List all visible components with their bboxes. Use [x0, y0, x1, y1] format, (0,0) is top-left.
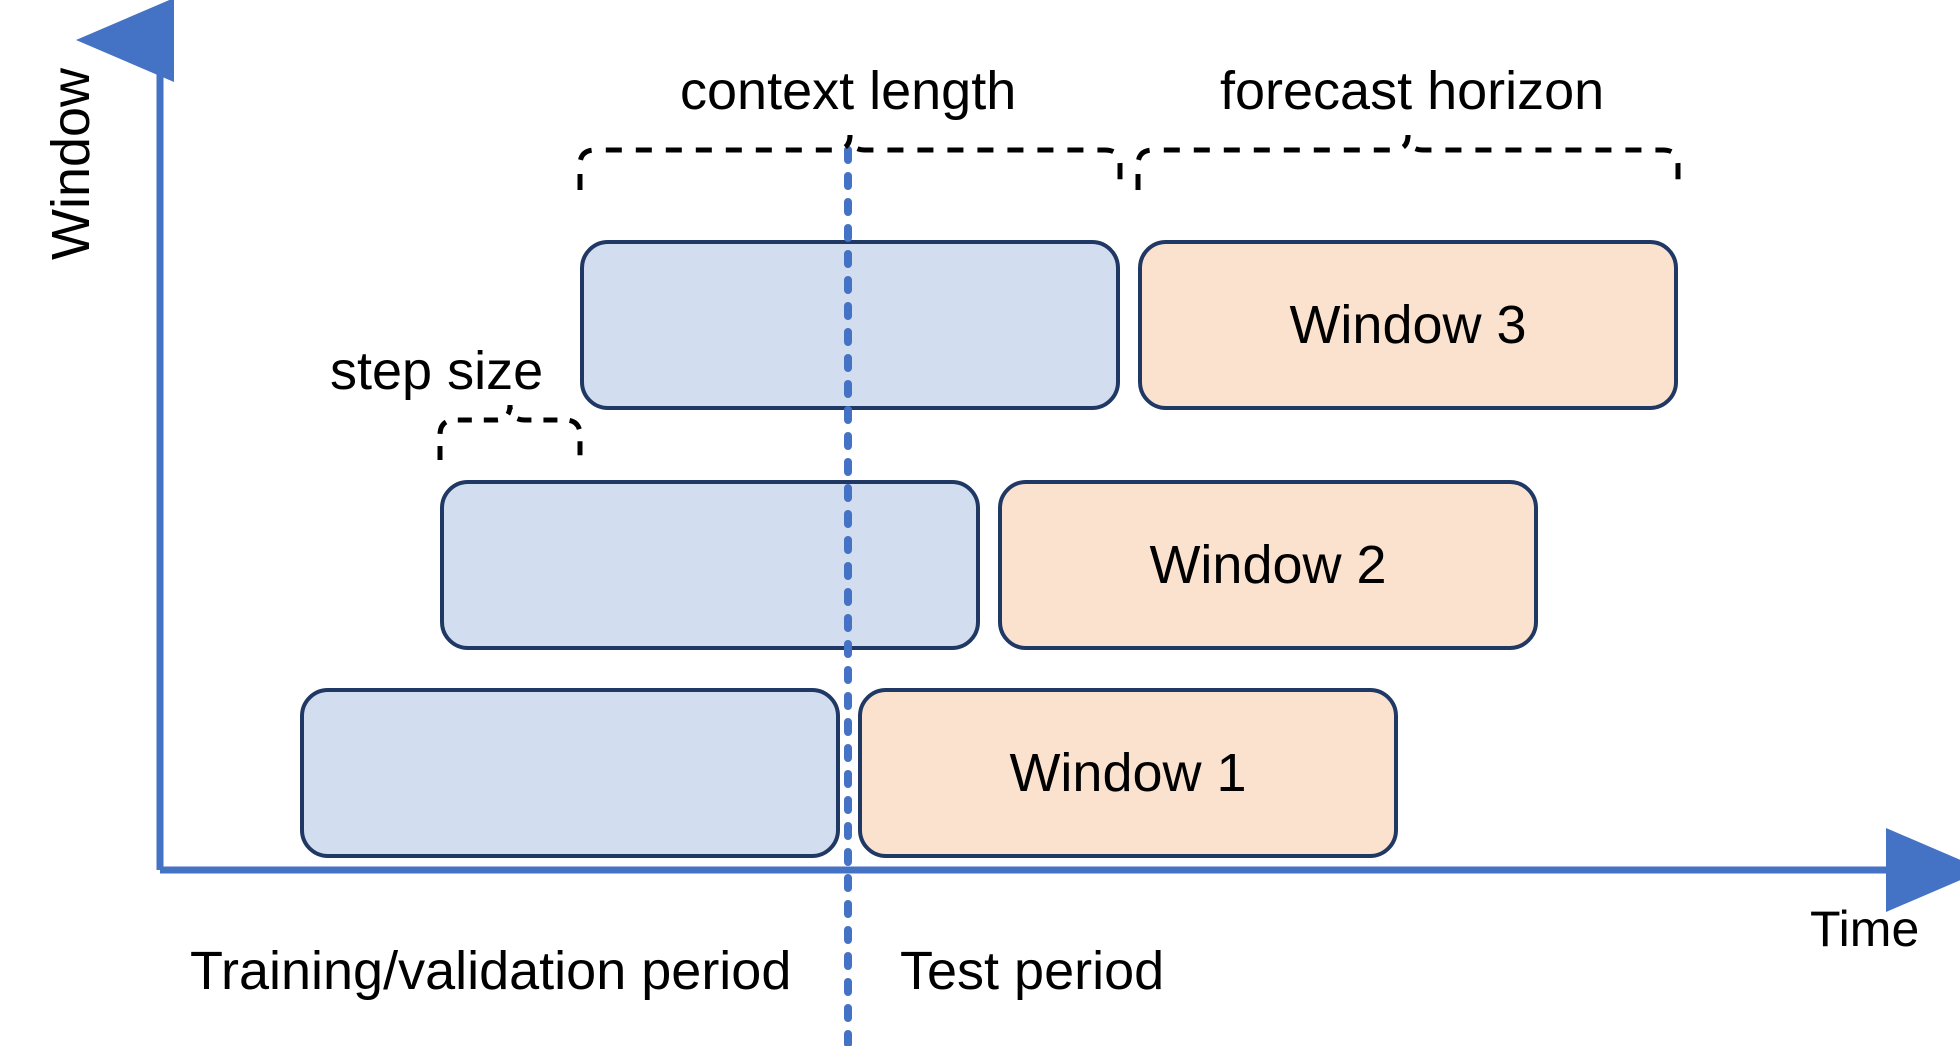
window1-label: Window 1 [1009, 742, 1246, 804]
window2-forecast: Window 2 [998, 480, 1538, 650]
y-axis-label: Window [40, 68, 102, 260]
window2-context [440, 480, 980, 650]
test-period-label: Test period [900, 940, 1164, 1002]
window3-label: Window 3 [1289, 294, 1526, 356]
window3-forecast: Window 3 [1138, 240, 1678, 410]
window2-label: Window 2 [1149, 534, 1386, 596]
x-axis-label: Time [1810, 900, 1919, 958]
context-length-label: context length [680, 60, 1016, 122]
step-size-label: step size [330, 340, 543, 402]
axes [0, 0, 1960, 1046]
forecast-horizon-label: forecast horizon [1220, 60, 1604, 122]
rolling-window-diagram: Window Time Window 1 Window 2 Window 3 c… [0, 0, 1960, 1046]
window1-forecast: Window 1 [858, 688, 1398, 858]
window1-context [300, 688, 840, 858]
train-period-label: Training/validation period [190, 940, 791, 1002]
window3-context [580, 240, 1120, 410]
